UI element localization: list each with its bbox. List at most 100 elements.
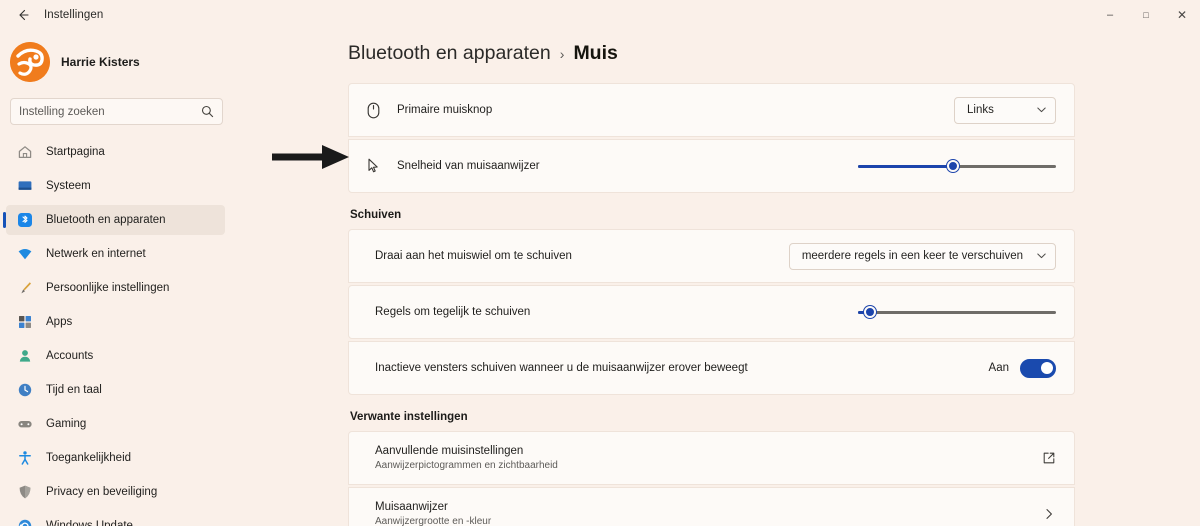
window-controls: – □ ✕ — [1092, 0, 1200, 30]
search-input[interactable] — [19, 105, 201, 118]
wifi-icon — [16, 246, 33, 263]
sidebar: Harrie Kisters Startpagina — [0, 30, 235, 526]
slider-fill — [858, 165, 954, 168]
sidebar-item-label: Apps — [46, 316, 73, 328]
shield-icon — [16, 484, 33, 501]
sidebar-item-gaming[interactable]: Gaming — [6, 409, 225, 439]
home-icon — [16, 144, 33, 161]
inactive-windows-row: Inactieve vensters schuiven wanneer u de… — [349, 342, 1074, 394]
cursor-arrow-icon — [363, 158, 383, 174]
title-bar: Instellingen – □ ✕ — [0, 0, 1200, 30]
inactive-windows-toggle-wrap[interactable]: Aan — [988, 358, 1056, 378]
apps-icon — [16, 314, 33, 331]
settings-list: Primaire muisknop Links Snelheid van mui… — [235, 65, 1200, 526]
clock-icon — [16, 382, 33, 399]
sidebar-item-label: Tijd en taal — [46, 384, 102, 396]
sidebar-item-label: Gaming — [46, 418, 87, 430]
scroll-lines-row: Regels om tegelijk te schuiven — [349, 286, 1074, 338]
additional-mouse-settings-card[interactable]: Aanvullende muisinstellingen Aanwijzerpi… — [348, 431, 1075, 485]
toggle-state-label: Aan — [988, 362, 1009, 374]
sidebar-item-label: Bluetooth en apparaten — [46, 214, 166, 226]
breadcrumb-parent[interactable]: Bluetooth en apparaten — [348, 42, 551, 65]
scroll-lines-card: Regels om tegelijk te schuiven — [348, 285, 1075, 339]
gamepad-icon — [16, 416, 33, 433]
page-title: Muis — [573, 42, 618, 64]
external-link-icon[interactable] — [1042, 451, 1056, 465]
update-icon — [16, 518, 33, 526]
mouse-wheel-row: Draai aan het muiswiel om te schuiven me… — [349, 230, 1074, 282]
slider-track — [858, 311, 1056, 314]
sidebar-item-label: Accounts — [46, 350, 94, 362]
additional-mouse-settings-text: Aanvullende muisinstellingen Aanwijzerpi… — [375, 445, 558, 471]
sidebar-item-label: Netwerk en internet — [46, 248, 146, 260]
settings-window: Instellingen – □ ✕ Harrie Kisters Instel… — [0, 0, 1200, 526]
chevron-down-icon — [1037, 106, 1046, 115]
inactive-windows-card: Inactieve vensters schuiven wanneer u de… — [348, 341, 1075, 395]
sidebar-item-label: Privacy en beveiliging — [46, 486, 158, 498]
dropdown-value: meerdere regels in een keer te verschuiv… — [801, 250, 1023, 262]
sidebar-item-apps[interactable]: Apps — [6, 307, 225, 337]
chevron-down-icon — [1037, 252, 1046, 261]
main-content: Bluetooth en apparaten › Muis Primaire m… — [235, 30, 1200, 526]
primary-mouse-button-row: Primaire muisknop Links — [349, 84, 1074, 136]
avatar — [10, 42, 50, 82]
sidebar-item-windows-update[interactable]: Windows Update — [6, 511, 225, 526]
back-arrow-icon — [19, 9, 29, 21]
profile-section[interactable]: Harrie Kisters — [0, 36, 235, 88]
scroll-section-header: Schuiven — [350, 209, 402, 221]
scroll-lines-label: Regels om tegelijk te schuiven — [375, 306, 531, 318]
item-title: Muisaanwijzer — [375, 501, 448, 513]
slider-thumb[interactable] — [863, 306, 876, 318]
maximize-button[interactable]: □ — [1128, 0, 1164, 30]
item-subtitle: Aanwijzerpictogrammen en zichtbaarheid — [375, 460, 558, 471]
search-box[interactable] — [10, 98, 223, 125]
window-title: Instellingen — [44, 9, 104, 21]
mouse-wheel-label: Draai aan het muiswiel om te schuiven — [375, 250, 572, 262]
slider-thumb[interactable] — [947, 160, 960, 172]
mouse-pointer-row[interactable]: Muisaanwijzer Aanwijzergrootte en -kleur — [349, 488, 1074, 526]
sidebar-item-netwerk-en-internet[interactable]: Netwerk en internet — [6, 239, 225, 269]
pointer-speed-card: Snelheid van muisaanwijzer — [348, 139, 1075, 193]
pointer-speed-slider[interactable] — [858, 157, 1056, 175]
sidebar-item-systeem[interactable]: Systeem — [6, 171, 225, 201]
profile-name: Harrie Kisters — [61, 55, 140, 69]
mouse-pointer-text: Muisaanwijzer Aanwijzergrootte en -kleur — [375, 501, 491, 526]
breadcrumb: Bluetooth en apparaten › Muis — [235, 30, 1200, 65]
minimize-button[interactable]: – — [1092, 0, 1128, 30]
sidebar-item-toegankelijkheid[interactable]: Toegankelijkheid — [6, 443, 225, 473]
primary-mouse-button-label: Primaire muisknop — [397, 104, 493, 116]
chevron-right-icon[interactable] — [1042, 507, 1056, 521]
mouse-wheel-dropdown[interactable]: meerdere regels in een keer te verschuiv… — [788, 242, 1056, 270]
sidebar-item-persoonlijke-instellingen[interactable]: Persoonlijke instellingen — [6, 273, 225, 303]
sidebar-nav: Startpagina Systeem Bluetooth en apparat… — [0, 137, 235, 526]
sidebar-item-bluetooth-en-apparaten[interactable]: Bluetooth en apparaten — [3, 205, 225, 235]
sidebar-item-tijd-en-taal[interactable]: Tijd en taal — [6, 375, 225, 405]
inactive-windows-label: Inactieve vensters schuiven wanneer u de… — [375, 362, 748, 374]
mouse-wheel-card: Draai aan het muiswiel om te schuiven me… — [348, 229, 1075, 283]
mouse-pointer-card[interactable]: Muisaanwijzer Aanwijzergrootte en -kleur — [348, 487, 1075, 526]
dropdown-value: Links — [967, 104, 994, 116]
sidebar-item-privacy-en-beveiliging[interactable]: Privacy en beveiliging — [6, 477, 225, 507]
search-icon — [201, 105, 214, 118]
pointer-speed-label: Snelheid van muisaanwijzer — [397, 160, 540, 172]
related-section-header: Verwante instellingen — [350, 411, 468, 423]
primary-mouse-button-dropdown[interactable]: Links — [954, 96, 1056, 124]
sidebar-item-accounts[interactable]: Accounts — [6, 341, 225, 371]
breadcrumb-separator-icon: › — [559, 46, 565, 62]
pointer-speed-row: Snelheid van muisaanwijzer — [349, 140, 1074, 192]
close-button[interactable]: ✕ — [1164, 0, 1200, 30]
inactive-windows-toggle[interactable] — [1020, 358, 1056, 378]
back-button[interactable] — [6, 2, 40, 28]
sidebar-item-label: Startpagina — [46, 146, 105, 158]
scroll-lines-slider[interactable] — [858, 303, 1056, 321]
additional-mouse-settings-row[interactable]: Aanvullende muisinstellingen Aanwijzerpi… — [349, 432, 1074, 484]
primary-mouse-button-card: Primaire muisknop Links — [348, 83, 1075, 137]
item-subtitle: Aanwijzergrootte en -kleur — [375, 516, 492, 526]
mouse-icon — [363, 102, 383, 119]
sidebar-item-label: Toegankelijkheid — [46, 452, 132, 464]
sidebar-item-startpagina[interactable]: Startpagina — [6, 137, 225, 167]
accessibility-icon — [16, 450, 33, 467]
toggle-knob — [1040, 362, 1053, 374]
monitor-icon — [16, 178, 33, 195]
brush-icon — [16, 280, 33, 297]
